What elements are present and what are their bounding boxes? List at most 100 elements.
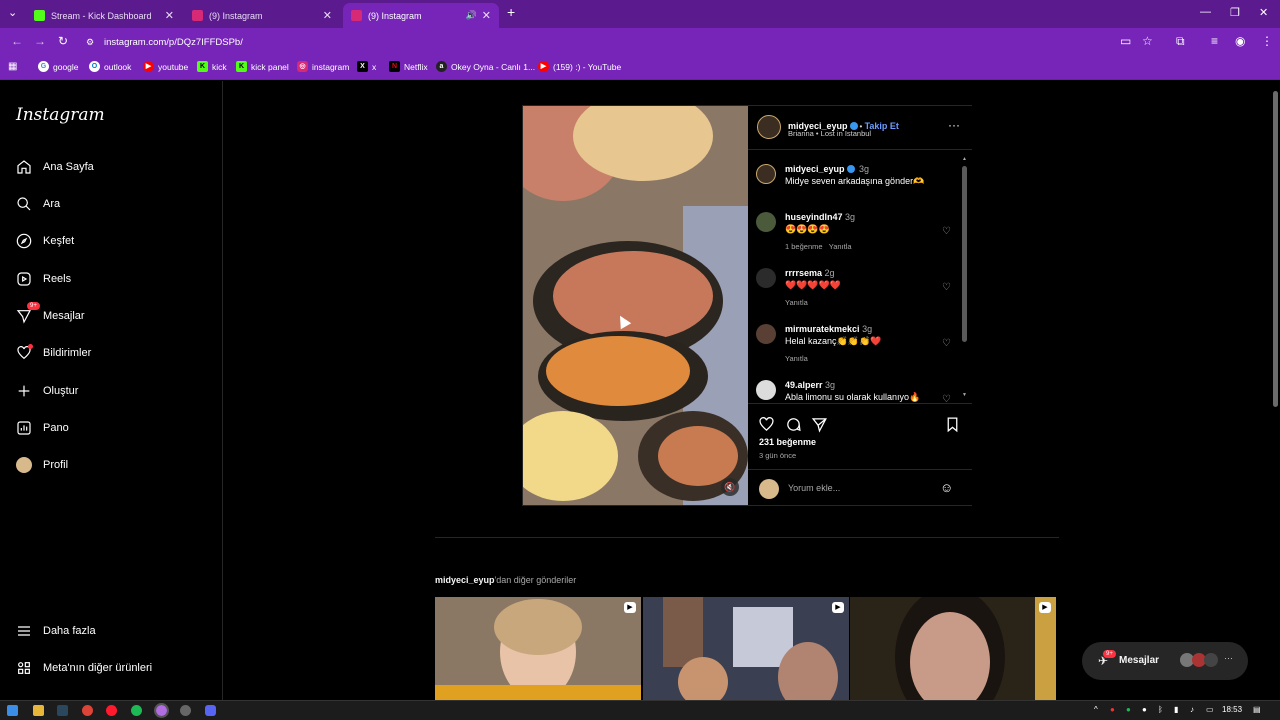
comment-username[interactable]: mirmuratekmekci (785, 324, 860, 334)
emoji-icon[interactable]: ☺ (940, 480, 953, 495)
sidebar-item-home[interactable]: Ana Sayfa (16, 159, 94, 175)
more-post-thumbnail[interactable]: ▶ (643, 597, 849, 700)
bookmark-okey[interactable]: a Okey Oyna - Canlı 1... (436, 61, 535, 72)
sidebar-item-more[interactable]: Daha fazla (16, 623, 96, 639)
browser-active-icon[interactable] (154, 703, 169, 718)
opera-icon[interactable] (106, 705, 117, 716)
share-icon[interactable] (811, 416, 828, 433)
bookmark-kick-panel[interactable]: Kkick panel (236, 61, 289, 72)
more-posts-username[interactable]: midyeci_eyup (435, 575, 495, 585)
reply-button[interactable]: Yanıtla (785, 298, 808, 307)
bookmark-x[interactable]: Xx (357, 61, 376, 72)
like-comment-icon[interactable]: ♡ (942, 394, 951, 402)
reply-button[interactable]: Yanıtla (829, 242, 852, 251)
sidebar-item-meta[interactable]: Meta'nın diğer ürünleri (16, 660, 152, 676)
restore-button[interactable]: ❐ (1230, 6, 1240, 19)
apps-grid-icon[interactable]: ▦ (8, 61, 17, 72)
tab-instagram-1[interactable]: (9) Instagram ✕ (184, 3, 340, 28)
cast-icon[interactable]: ▭ (1120, 34, 1131, 48)
comments-scrollbar[interactable]: ▲ ▼ (962, 156, 967, 398)
like-comment-icon[interactable]: ♡ (942, 226, 951, 237)
bookmark-youtube[interactable]: ▶ youtube (143, 61, 188, 72)
bookmark-outlook[interactable]: Ooutlook (89, 61, 131, 72)
messages-floating-button[interactable]: ✈ 9+ Mesajlar ··· (1082, 642, 1248, 680)
sidebar-item-messages[interactable]: 9+ Mesajlar (16, 302, 85, 324)
comment-input[interactable]: Yorum ekle... (788, 483, 840, 493)
mute-toggle-icon[interactable]: 🔇 (721, 478, 739, 496)
more-post-thumbnail[interactable]: ▶ (435, 597, 641, 700)
tray-bluetooth-icon[interactable]: ᛒ (1158, 705, 1163, 714)
sidebar-item-profile[interactable]: Profil (16, 457, 68, 473)
back-arrow-icon[interactable]: ← (11, 34, 23, 48)
sidebar-item-search[interactable]: Ara (16, 196, 60, 212)
sidebar-item-reels[interactable]: Reels (16, 271, 71, 287)
notifications-icon[interactable]: ▤ (1253, 705, 1261, 714)
comment-username[interactable]: huseyindln47 (785, 212, 843, 222)
url-field[interactable]: ⚙ instagram.com/p/DQz7IFFDSPb/ (78, 31, 1166, 53)
like-count[interactable]: 231 beğenme (759, 437, 816, 447)
bookmark-star-icon[interactable]: ☆ (1142, 34, 1153, 48)
bookmark-instagram[interactable]: ◎ instagram (297, 61, 349, 72)
reply-button[interactable]: Yanıtla (785, 354, 808, 363)
more-post-thumbnail[interactable]: ▶ (850, 597, 1056, 700)
app-icon[interactable] (180, 705, 191, 716)
avatar[interactable] (756, 324, 776, 344)
close-tab-icon[interactable]: ✕ (165, 9, 174, 22)
avatar[interactable] (756, 212, 776, 232)
file-explorer-icon[interactable] (33, 705, 44, 716)
close-tab-icon[interactable]: ✕ (323, 9, 332, 22)
tray-spotify-icon[interactable]: ● (1126, 705, 1131, 714)
avatar[interactable] (756, 380, 776, 400)
tray-app-icon[interactable]: ● (1110, 705, 1115, 714)
instagram-logo[interactable]: Instagram (16, 105, 105, 125)
author-avatar[interactable] (757, 115, 781, 139)
page-scrollbar-thumb[interactable] (1273, 91, 1278, 407)
comment-username[interactable]: 49.alperr (785, 380, 823, 390)
tray-overflow-icon[interactable]: ^ (1094, 705, 1098, 714)
media-control-icon[interactable]: ≡ (1211, 34, 1218, 48)
close-tab-icon[interactable]: ✕ (482, 9, 491, 22)
tray-steam-icon[interactable]: ● (1142, 705, 1147, 714)
caption-username[interactable]: midyeci_eyup (785, 164, 845, 174)
windows-start-icon[interactable] (7, 705, 18, 716)
tab-instagram-2[interactable]: (9) Instagram 🔊 ✕ (343, 3, 499, 28)
chrome-icon[interactable] (82, 705, 93, 716)
sidebar-item-dashboard[interactable]: Pano (16, 420, 69, 436)
sidebar-item-explore[interactable]: Keşfet (16, 233, 74, 249)
comments-scrollbar-thumb[interactable] (962, 166, 967, 342)
comment-likes[interactable]: 1 beğenme (785, 242, 823, 251)
sidebar-item-notifications[interactable]: Bildirimler (16, 344, 91, 361)
page-scrollbar[interactable] (1270, 81, 1280, 700)
minimize-button[interactable]: — (1200, 6, 1211, 18)
forward-arrow-icon[interactable]: → (34, 34, 46, 48)
extensions-icon[interactable]: ⧉ (1176, 34, 1185, 49)
audio-track[interactable]: Brianna • Lost in Istanbul (788, 129, 871, 138)
browser-menu-icon[interactable]: ⋮ (1261, 34, 1273, 48)
sidebar-item-create[interactable]: Oluştur (16, 383, 78, 399)
audio-playing-icon[interactable]: 🔊 (466, 10, 477, 21)
comment-icon[interactable] (785, 416, 802, 433)
tab-kick-dashboard[interactable]: Stream - Kick Dashboard ✕ (26, 3, 182, 28)
save-bookmark-icon[interactable] (944, 416, 961, 433)
avatar[interactable] (756, 164, 776, 184)
clock[interactable]: 18:53 (1222, 705, 1242, 714)
comment-username[interactable]: rrrrsema (785, 268, 822, 278)
discord-icon[interactable] (205, 705, 216, 716)
new-tab-button[interactable]: + (507, 4, 515, 20)
avatar[interactable] (756, 268, 776, 288)
reload-icon[interactable]: ↻ (58, 34, 68, 48)
site-info-icon[interactable]: ⚙ (86, 37, 94, 48)
usb-icon[interactable]: ▮ (1174, 705, 1178, 714)
spotify-icon[interactable] (131, 705, 142, 716)
bookmark-netflix[interactable]: N Netflix (389, 61, 428, 72)
bookmark-kick[interactable]: Kkick (197, 61, 227, 72)
tab-search-icon[interactable]: ⌄ (8, 6, 17, 19)
network-icon[interactable]: ▭ (1206, 705, 1214, 714)
like-heart-icon[interactable] (758, 416, 775, 433)
like-comment-icon[interactable]: ♡ (942, 282, 951, 293)
post-timestamp[interactable]: 3 gün önce (759, 451, 796, 460)
steam-icon[interactable] (57, 705, 68, 716)
bookmark-google[interactable]: Ggoogle (38, 61, 79, 72)
close-window-button[interactable]: ✕ (1259, 6, 1268, 19)
like-comment-icon[interactable]: ♡ (942, 338, 951, 349)
